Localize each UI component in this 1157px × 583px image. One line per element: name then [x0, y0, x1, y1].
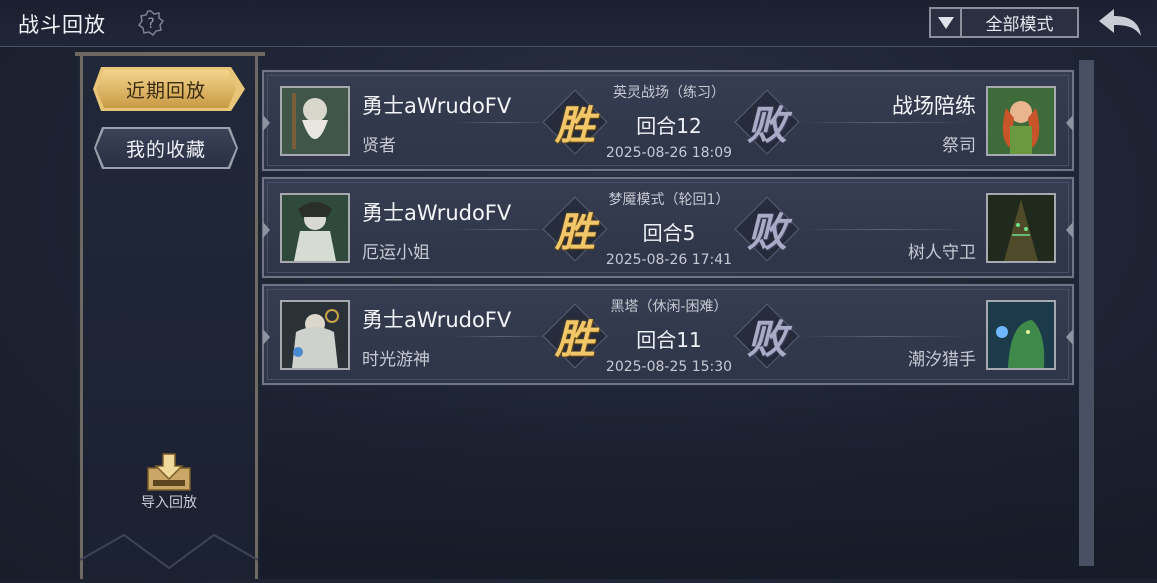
mode-filter-dropdown[interactable]: 全部模式	[929, 7, 1079, 38]
record-notch-right	[1066, 329, 1073, 345]
import-label: 导入回放	[141, 495, 197, 511]
chevron-down-icon	[931, 9, 962, 36]
background-landscape	[240, 359, 1157, 579]
back-button[interactable]	[1097, 6, 1143, 40]
player-avatar	[280, 193, 350, 263]
opponent-avatar	[986, 86, 1056, 156]
banner-tail	[79, 530, 259, 579]
import-replay-button[interactable]: 导入回放	[130, 452, 208, 516]
tab-my-favorites[interactable]: 我的收藏	[96, 129, 236, 167]
record-notch-left	[263, 222, 270, 238]
list-scrollbar[interactable]	[1079, 60, 1094, 566]
divider-line	[799, 122, 969, 123]
replay-record[interactable]: 勇士aWrudoFV 时光游神 胜 黑塔（休闲-困难） 回合11 2025-08…	[261, 283, 1075, 386]
lose-badge: 败	[734, 196, 800, 262]
back-arrow-icon	[1099, 9, 1141, 36]
divider-line	[454, 122, 549, 123]
player-name: 勇士aWrudoFV	[362, 308, 512, 332]
player-avatar	[280, 300, 350, 370]
replay-record[interactable]: 勇士aWrudoFV 厄运小姐 胜 梦魇模式（轮回1） 回合5 2025-08-…	[261, 176, 1075, 279]
player-hero: 贤者	[362, 136, 396, 156]
page-title: 战斗回放	[18, 13, 106, 37]
player-name: 勇士aWrudoFV	[362, 201, 512, 225]
opponent-name: 战场陪练	[892, 94, 976, 118]
record-notch-left	[263, 115, 270, 131]
player-hero: 厄运小姐	[362, 243, 430, 263]
opponent-hero: 树人守卫	[908, 243, 976, 263]
record-notch-left	[263, 329, 270, 345]
opponent-avatar	[986, 300, 1056, 370]
record-notch-right	[1066, 115, 1073, 131]
help-icon[interactable]: ?	[137, 10, 165, 37]
banner-rail	[75, 52, 265, 56]
opponent-avatar	[986, 193, 1056, 263]
lose-badge: 败	[734, 89, 800, 155]
banner-pole-left	[80, 56, 83, 579]
svg-text:?: ?	[147, 16, 154, 32]
import-icon	[145, 452, 193, 492]
banner-pole-right	[255, 56, 258, 579]
player-hero: 时光游神	[362, 350, 430, 370]
player-name: 勇士aWrudoFV	[362, 94, 512, 118]
top-bar: 战斗回放 ? 全部模式	[0, 0, 1157, 47]
tab-recent-replays[interactable]: 近期回放	[96, 70, 236, 108]
player-avatar	[280, 86, 350, 156]
divider-line	[454, 229, 549, 230]
opponent-hero: 祭司	[942, 136, 976, 156]
divider-line	[799, 229, 969, 230]
replay-record[interactable]: 勇士aWrudoFV 贤者 胜 英灵战场（练习） 回合12 2025-08-26…	[261, 69, 1075, 172]
divider-line	[799, 336, 969, 337]
opponent-hero: 潮汐猎手	[908, 350, 976, 370]
lose-badge: 败	[734, 303, 800, 369]
divider-line	[454, 336, 549, 337]
mode-filter-label: 全部模式	[985, 15, 1054, 35]
record-notch-right	[1066, 222, 1073, 238]
